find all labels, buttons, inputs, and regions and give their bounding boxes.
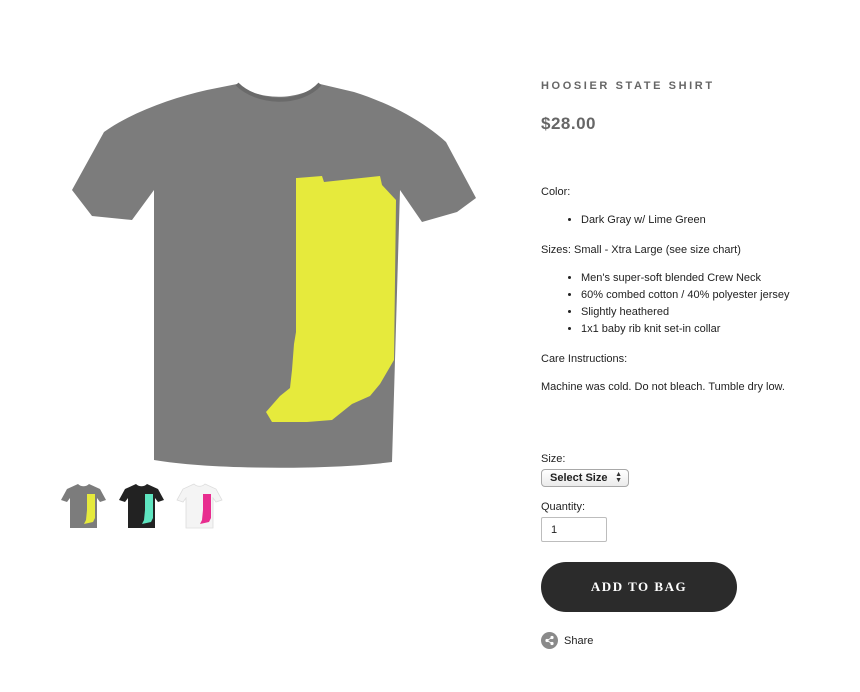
- thumbnail-gray[interactable]: [58, 480, 108, 532]
- thumbnail-white[interactable]: [174, 480, 224, 532]
- share-link[interactable]: Share: [541, 632, 593, 649]
- product-price: $28.00: [541, 114, 596, 133]
- product-description: Color: Dark Gray w/ Lime Green Sizes: Sm…: [541, 185, 841, 394]
- color-label: Color:: [541, 186, 571, 198]
- feature-list: Men's super-soft blended Crew Neck 60% c…: [581, 270, 841, 338]
- feature-item: 1x1 baby rib knit set-in collar: [581, 321, 841, 338]
- feature-item: 60% combed cotton / 40% polyester jersey: [581, 287, 841, 304]
- sizes-label: Sizes: Small - Xtra Large (see size char…: [541, 244, 741, 256]
- quantity-label: Quantity:: [541, 501, 586, 513]
- quantity-input[interactable]: 1: [541, 517, 607, 542]
- add-to-bag-button[interactable]: ADD TO BAG: [541, 562, 737, 612]
- thumbnail-black[interactable]: [116, 480, 166, 532]
- color-list: Dark Gray w/ Lime Green: [581, 212, 841, 229]
- main-product-image: [62, 70, 492, 470]
- product-title: HOOSIER STATE SHIRT: [541, 80, 715, 92]
- color-item: Dark Gray w/ Lime Green: [581, 212, 841, 229]
- care-label: Care Instructions:: [541, 353, 628, 365]
- size-field: Size: Select Size ▲ ▼: [541, 452, 629, 487]
- share-label: Share: [564, 634, 594, 647]
- share-icon: [541, 632, 558, 649]
- updown-arrows-icon: ▲ ▼: [615, 471, 622, 484]
- product-gallery: [0, 0, 540, 692]
- size-select[interactable]: Select Size ▲ ▼: [541, 469, 629, 487]
- thumbnail-list: [58, 480, 224, 532]
- quantity-field: Quantity: 1: [541, 500, 607, 542]
- feature-item: Men's super-soft blended Crew Neck: [581, 270, 841, 287]
- size-select-value: Select Size: [550, 472, 608, 484]
- care-text: Machine was cold. Do not bleach. Tumble …: [541, 381, 785, 393]
- size-label: Size:: [541, 453, 566, 465]
- feature-item: Slightly heathered: [581, 304, 841, 321]
